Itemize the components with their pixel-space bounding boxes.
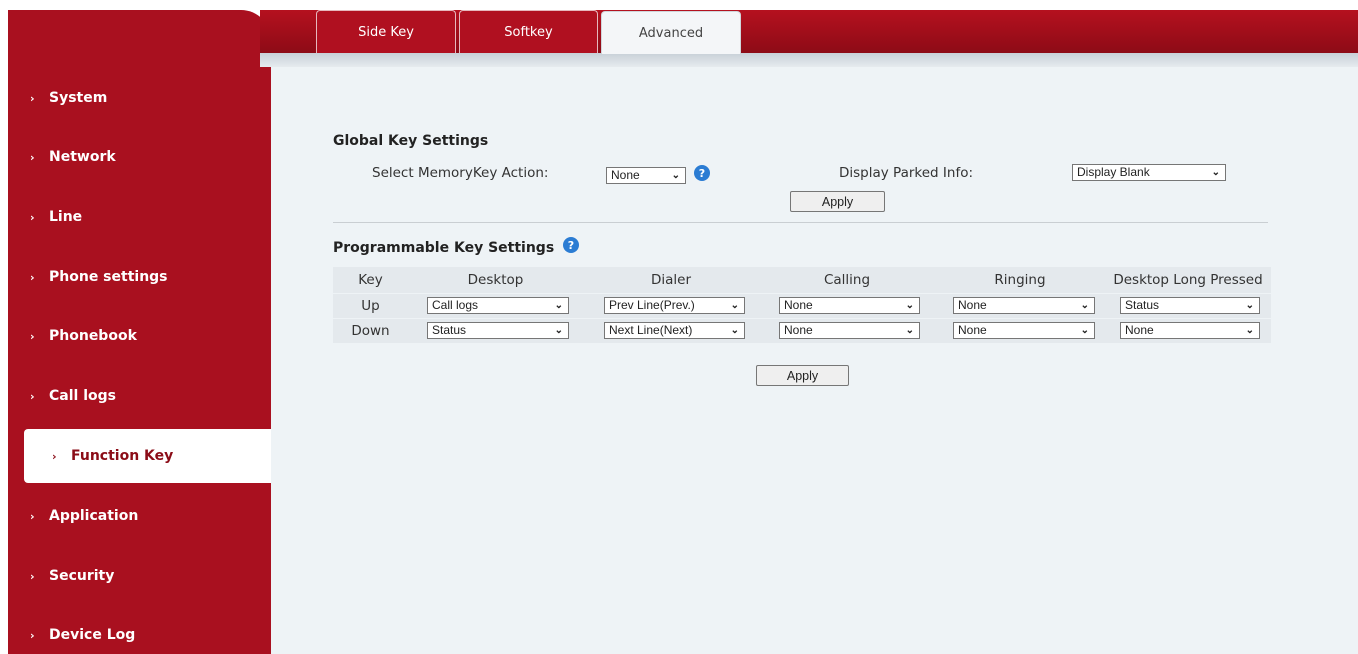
sidebar-item-label: System [49, 90, 108, 106]
dialer-select[interactable]: Prev Line(Prev.) ⌄ [604, 297, 745, 314]
chevron-down-icon: ⌄ [1080, 300, 1089, 311]
select-value: None [784, 298, 813, 312]
chevron-down-icon: ⌄ [554, 300, 563, 311]
chevron-down-icon: ⌄ [730, 300, 739, 311]
select-value: None [611, 168, 640, 182]
table-header-row: Key Desktop Dialer Calling Ringing Deskt… [333, 267, 1271, 293]
calling-select[interactable]: None ⌄ [779, 297, 920, 314]
memorykey-action-label: Select MemoryKey Action: [372, 165, 549, 181]
dialer-select[interactable]: Next Line(Next) ⌄ [604, 322, 745, 339]
column-header: Ringing [994, 272, 1046, 288]
sidebar-item-call-logs[interactable]: › Call logs [8, 369, 266, 423]
chevron-down-icon: ⌄ [1080, 325, 1089, 336]
global-apply-button[interactable]: Apply [790, 191, 885, 212]
sidebar-item-label: Device Log [49, 627, 136, 643]
chevron-down-icon: ⌄ [905, 325, 914, 336]
parked-info-label: Display Parked Info: [839, 165, 974, 181]
select-value: Next Line(Next) [609, 323, 693, 337]
sidebar-item-phonebook[interactable]: › Phonebook [8, 309, 266, 363]
parked-info-select[interactable]: Display Blank ⌄ [1072, 164, 1226, 181]
chevron-right-icon: › [30, 569, 35, 583]
chevron-down-icon: ⌄ [1211, 167, 1220, 178]
chevron-right-icon: › [30, 91, 35, 105]
tab-label: Side Key [358, 24, 414, 40]
programmable-apply-button[interactable]: Apply [756, 365, 849, 386]
sidebar-item-label: Call logs [49, 388, 116, 404]
long-pressed-select[interactable]: Status ⌄ [1120, 297, 1260, 314]
column-header: Key [358, 272, 383, 288]
main-content [271, 67, 1358, 654]
chevron-right-icon: › [30, 389, 35, 403]
chevron-down-icon: ⌄ [1245, 325, 1254, 336]
chevron-down-icon: ⌄ [1245, 300, 1254, 311]
chevron-right-icon: › [30, 329, 35, 343]
sidebar: › System › Network › Line › Phone settin… [8, 10, 271, 654]
sidebar-item-system[interactable]: › System [8, 71, 266, 125]
chevron-right-icon: › [52, 449, 57, 463]
desktop-select[interactable]: Call logs ⌄ [427, 297, 569, 314]
table-row: Down Status ⌄ Next Line(Next) ⌄ None ⌄ N… [333, 319, 1271, 343]
chevron-down-icon: ⌄ [671, 170, 680, 181]
sidebar-item-label: Phonebook [49, 328, 137, 344]
select-value: Status [1125, 298, 1160, 312]
column-header: Dialer [650, 272, 692, 288]
select-value: None [784, 323, 813, 337]
desktop-select[interactable]: Status ⌄ [427, 322, 569, 339]
sidebar-item-label: Network [49, 149, 116, 165]
table-row: Up Call logs ⌄ Prev Line(Prev.) ⌄ None ⌄… [333, 294, 1271, 318]
programmable-key-settings-title: Programmable Key Settings [333, 240, 555, 256]
key-name: Up [361, 298, 380, 314]
column-header: Desktop Long Pressed [1113, 272, 1263, 288]
long-pressed-select[interactable]: None ⌄ [1120, 322, 1260, 339]
chevron-right-icon: › [30, 150, 35, 164]
sidebar-item-function-key[interactable]: › Function Key [24, 429, 271, 483]
memorykey-action-select[interactable]: None ⌄ [606, 167, 686, 184]
top-bar-shadow [260, 53, 1358, 67]
column-header: Calling [823, 272, 871, 288]
tab-label: Softkey [504, 24, 553, 40]
sidebar-item-label: Security [49, 568, 115, 584]
select-value: Display Blank [1077, 165, 1150, 179]
sidebar-item-label: Application [49, 508, 139, 524]
question-circle-icon[interactable]: ? [563, 237, 579, 253]
question-circle-icon[interactable]: ? [694, 165, 710, 181]
sidebar-item-phone-settings[interactable]: › Phone settings [8, 250, 266, 304]
calling-select[interactable]: None ⌄ [779, 322, 920, 339]
chevron-right-icon: › [30, 270, 35, 284]
tab-side-key[interactable]: Side Key [316, 10, 456, 53]
column-header: Desktop [467, 272, 524, 288]
key-name: Down [351, 323, 390, 339]
chevron-down-icon: ⌄ [554, 325, 563, 336]
ringing-select[interactable]: None ⌄ [953, 322, 1095, 339]
select-value: Status [432, 323, 467, 337]
tab-softkey[interactable]: Softkey [459, 10, 598, 53]
ringing-select[interactable]: None ⌄ [953, 297, 1095, 314]
chevron-right-icon: › [30, 210, 35, 224]
select-value: None [958, 323, 987, 337]
chevron-down-icon: ⌄ [905, 300, 914, 311]
sidebar-item-device-log[interactable]: › Device Log [8, 608, 266, 654]
select-value: None [1125, 323, 1154, 337]
chevron-right-icon: › [30, 628, 35, 642]
select-value: None [958, 298, 987, 312]
sidebar-item-label: Line [49, 209, 83, 225]
sidebar-item-line[interactable]: › Line [8, 190, 266, 244]
chevron-down-icon: ⌄ [730, 325, 739, 336]
section-divider [333, 222, 1268, 223]
select-value: Call logs [432, 298, 479, 312]
sidebar-item-network[interactable]: › Network [8, 130, 266, 184]
tab-advanced[interactable]: Advanced [601, 11, 741, 54]
chevron-right-icon: › [30, 509, 35, 523]
sidebar-item-application[interactable]: › Application [8, 489, 266, 543]
select-value: Prev Line(Prev.) [609, 298, 695, 312]
sidebar-item-label: Phone settings [49, 269, 168, 285]
sidebar-item-security[interactable]: › Security [8, 549, 266, 603]
tab-label: Advanced [638, 25, 704, 41]
sidebar-item-label: Function Key [71, 448, 174, 464]
global-key-settings-title: Global Key Settings [333, 133, 489, 149]
